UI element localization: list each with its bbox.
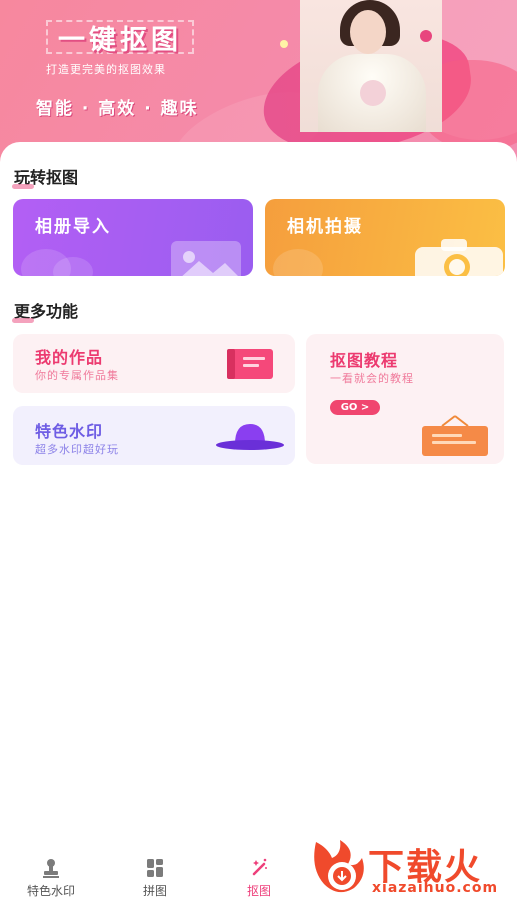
watermark-title: 特色水印	[35, 422, 104, 441]
nav-label: 拼图	[142, 884, 167, 898]
title-underline	[12, 318, 34, 323]
banner-title-frame: 一键抠图	[46, 20, 194, 56]
flame-logo-icon	[314, 840, 364, 893]
watermark-card[interactable]: 特色水印 超多水印超好玩	[13, 406, 295, 465]
grid-icon	[147, 859, 163, 877]
hat-icon	[216, 424, 284, 450]
decor-dot	[280, 40, 288, 48]
nav-label: 特色水印	[26, 884, 75, 898]
photo-icon	[171, 241, 241, 276]
camera-icon	[415, 239, 503, 276]
magic-wand-icon	[252, 858, 267, 876]
banner-tagline: 智能 · 高效 · 趣味	[36, 99, 199, 119]
my-works-subtitle: 你的专属作品集	[35, 369, 119, 382]
tutorial-subtitle: 一看就会的教程	[330, 372, 414, 385]
section-title-more: 更多功能	[12, 302, 79, 323]
my-works-title: 我的作品	[35, 348, 104, 367]
tutorial-card[interactable]: 抠图教程 一看就会的教程 GO >	[306, 334, 504, 464]
nav-item-cutout[interactable]: 抠图	[219, 848, 299, 900]
banner-title: 一键抠图	[58, 24, 182, 56]
watermark-logo-url: xiazaihuo.com	[372, 880, 499, 896]
go-button[interactable]: GO >	[330, 400, 380, 415]
signboard-icon	[422, 415, 488, 456]
title-underline	[12, 184, 34, 189]
my-works-card[interactable]: 我的作品 你的专属作品集	[13, 334, 295, 393]
nav-item-collage[interactable]: 拼图	[115, 848, 195, 900]
album-import-label: 相册导入	[35, 217, 111, 237]
decor-dot	[420, 30, 432, 42]
nav-label: 抠图	[246, 884, 271, 898]
stamp-icon	[43, 859, 59, 878]
tutorial-title: 抠图教程	[330, 351, 399, 370]
watermark-subtitle: 超多水印超好玩	[35, 443, 119, 456]
camera-shoot-button[interactable]: 相机拍摄	[265, 199, 505, 276]
banner-subtitle: 打造更完美的抠图效果	[46, 63, 166, 76]
section-title-play: 玩转抠图	[12, 168, 79, 189]
camera-shoot-label: 相机拍摄	[287, 217, 363, 237]
site-watermark-logo: 下载火 xiazaihuo.com	[306, 832, 517, 900]
banner-model-photo	[300, 0, 442, 132]
album-book-icon	[227, 349, 273, 379]
album-import-button[interactable]: 相册导入	[13, 199, 253, 276]
nav-item-watermark[interactable]: 特色水印	[11, 848, 91, 900]
